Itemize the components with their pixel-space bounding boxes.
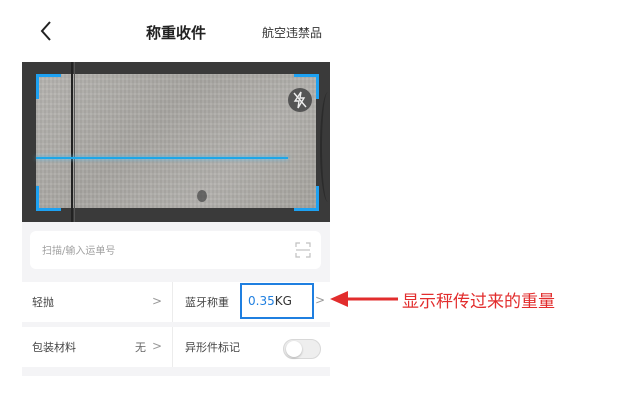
prohibited-items-link[interactable]: 航空违禁品 [262,24,322,41]
phone-screen: 称重收件 航空违禁品 轻抛 > [22,0,330,397]
camera-preview-mark [197,190,207,202]
annotation-text: 显示秤传过来的重量 [402,292,555,312]
light-bulky-label: 轻抛 [32,296,54,309]
waybill-search-box [30,231,321,271]
irregular-item-toggle[interactable] [283,339,321,359]
chevron-right-icon: > [151,339,162,353]
camera-preview-edge [74,62,75,222]
bluetooth-weight-label: 蓝牙称重 [185,296,229,309]
scan-code-icon[interactable] [295,242,311,258]
chevron-left-icon [40,21,51,41]
camera-preview-edge [71,62,73,222]
top-nav-bar: 称重收件 航空违禁品 [22,0,330,62]
scan-frame-corner [36,186,61,211]
waybill-number-input[interactable] [40,231,284,271]
scan-line [36,157,288,159]
scan-frame-corner [36,74,61,99]
scanner-viewfinder [22,62,330,222]
chevron-right-icon: > [151,294,162,308]
packaging-material-value: 无 [135,341,146,354]
weight-highlight-box [240,283,314,319]
flash-toggle-button[interactable] [288,88,312,112]
light-bulky-selector[interactable]: 轻抛 > [22,282,172,322]
irregular-item-label: 异形件标记 [185,341,240,354]
packaging-material-label: 包装材料 [32,341,76,354]
camera-preview-edge [320,92,330,202]
scan-frame-corner [294,186,319,211]
camera-preview [36,74,316,208]
annotation-arrow-icon [330,291,398,307]
flash-off-icon [293,91,307,109]
back-button[interactable] [36,18,58,44]
packaging-material-selector[interactable]: 包装材料 无 > [22,327,172,367]
chevron-right-icon: > [315,293,326,307]
toggle-knob [286,341,302,357]
